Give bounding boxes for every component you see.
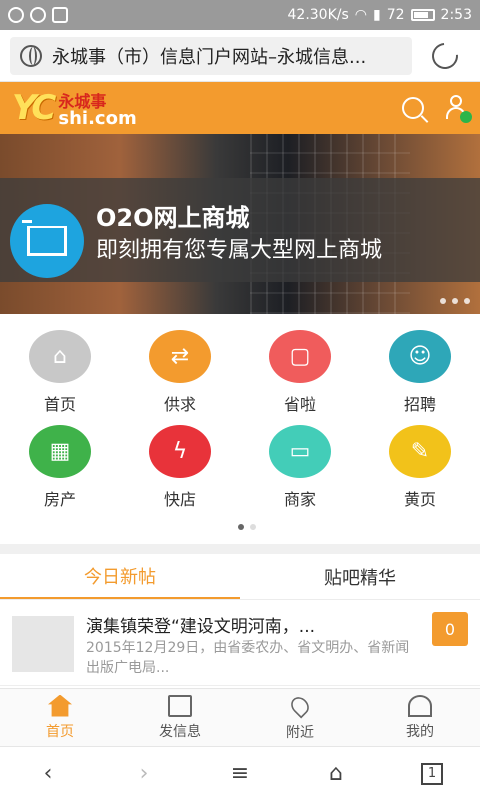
banner-headline: O2O网上商城	[96, 204, 250, 232]
logo-domain: shi.com	[58, 108, 137, 129]
tab-today-posts[interactable]: 今日新帖	[0, 554, 240, 599]
url-field[interactable]: 永城事（市）信息门户网站–永城信息...	[10, 36, 412, 75]
search-icon[interactable]	[402, 97, 424, 119]
grid-item-label: 招聘	[403, 395, 436, 414]
nav-home-label: 首页	[46, 723, 74, 740]
news-summary: 2015年12月29日，由省委农办、省文明办、省新闻出版广电局...	[86, 640, 410, 676]
person-tie-icon: ☺	[389, 330, 451, 383]
grid-pagination	[238, 524, 256, 530]
reload-icon[interactable]	[426, 37, 464, 74]
tab-forum-highlights[interactable]: 贴吧精华	[240, 554, 480, 599]
forward-icon[interactable]: ›	[129, 759, 159, 789]
grid-item-label: 供求	[163, 395, 196, 414]
news-thumbnail	[12, 616, 74, 672]
exchange-icon: ⇄	[149, 330, 211, 383]
image-icon	[52, 7, 68, 23]
nav-post[interactable]: 发信息	[120, 689, 240, 746]
grid-item-0[interactable]: ⌂ 首页	[0, 320, 120, 415]
lightning-icon: ϟ	[149, 425, 211, 478]
logo-letters: YC	[12, 88, 56, 128]
person-icon	[408, 694, 432, 717]
menu-icon[interactable]: ≡	[225, 759, 255, 789]
back-icon[interactable]: ‹	[33, 759, 63, 789]
status-right: 42.30K/s ◠ ▮ 72 2:53	[288, 7, 473, 23]
tabs-button[interactable]: 1	[417, 759, 447, 789]
grid-item-label: 商家	[283, 490, 316, 509]
note-icon: ✎	[389, 425, 451, 478]
store-icon: ▭	[269, 425, 331, 478]
building-icon: ▦	[29, 425, 91, 478]
home-icon: ⌂	[29, 330, 91, 383]
grid-item-5[interactable]: ϟ 快店	[120, 415, 240, 510]
globe-icon	[20, 44, 42, 67]
home-icon	[48, 694, 72, 717]
nav-post-label: 发信息	[159, 723, 201, 740]
grid-item-1[interactable]: ⇄ 供求	[120, 320, 240, 415]
nav-home[interactable]: 首页	[0, 689, 120, 746]
verified-check-icon	[460, 111, 472, 123]
site-logo[interactable]: YC 永城事 shi.com	[12, 88, 137, 128]
banner-dot[interactable]	[452, 298, 458, 304]
grid-item-label: 首页	[43, 395, 76, 414]
banner-subline: 即刻拥有您专属大型网上商城	[96, 238, 383, 263]
message-icon	[30, 7, 46, 23]
clock: 2:53	[440, 7, 472, 23]
banner-dot[interactable]	[464, 298, 470, 304]
shopping-cart-icon	[10, 204, 84, 278]
grid-dot[interactable]	[250, 524, 256, 530]
comment-count-badge: 0	[432, 612, 468, 646]
grid-item-label: 房产	[43, 490, 76, 509]
battery-level: 72	[386, 7, 405, 23]
news-title[interactable]: 演集镇荣登“建设文明河南，...	[86, 612, 386, 637]
status-bar: 42.30K/s ◠ ▮ 72 2:53	[0, 0, 480, 30]
home-icon[interactable]: ⌂	[321, 759, 351, 789]
browser-toolbar: ‹ › ≡ ⌂ 1	[0, 746, 480, 800]
grid-dot-active[interactable]	[238, 524, 244, 530]
signal-icon: ▮	[373, 7, 381, 23]
wifi-icon: ◠	[354, 7, 367, 23]
app-bottom-nav: 首页 发信息 附近 我的	[0, 688, 480, 746]
battery-icon	[410, 9, 435, 21]
news-list-item[interactable]: 演集镇荣登“建设文明河南，... 2015年12月29日，由省委农办、省文明办、…	[0, 600, 480, 686]
edit-icon	[168, 694, 192, 717]
nav-nearby-label: 附近	[286, 724, 314, 741]
status-left	[8, 7, 68, 23]
section-divider	[0, 544, 480, 554]
grid-item-7[interactable]: ✎ 黄页	[360, 415, 480, 510]
grid-item-4[interactable]: ▦ 房产	[0, 415, 120, 510]
banner-pagination	[440, 298, 470, 304]
nav-mine[interactable]: 我的	[360, 689, 480, 746]
bag-icon: ▢	[269, 330, 331, 383]
promo-banner[interactable]: O2O网上商城 即刻拥有您专属大型网上商城	[0, 134, 480, 314]
network-speed: 42.30K/s	[287, 7, 349, 23]
grid-item-label: 省啦	[283, 395, 316, 414]
user-icon[interactable]	[444, 95, 472, 123]
nav-mine-label: 我的	[406, 723, 434, 740]
category-grid: ⌂ 首页 ⇄ 供求 ▢ 省啦 ☺ 招聘 ▦ 房产 ϟ 快店 ▭ 商家 ✎ 黄页	[0, 320, 480, 510]
site-header: YC 永城事 shi.com	[0, 82, 480, 134]
notification-icon	[8, 7, 24, 23]
grid-item-6[interactable]: ▭ 商家	[240, 415, 360, 510]
grid-item-2[interactable]: ▢ 省啦	[240, 320, 360, 415]
nav-nearby[interactable]: 附近	[240, 689, 360, 746]
banner-dot[interactable]	[440, 298, 446, 304]
tab-count: 1	[421, 762, 443, 785]
content-tabs: 今日新帖 贴吧精华	[0, 554, 480, 600]
url-text[interactable]: 永城事（市）信息门户网站–永城信息...	[52, 43, 402, 69]
location-icon	[287, 693, 313, 718]
browser-address-bar: 永城事（市）信息门户网站–永城信息...	[0, 30, 480, 82]
grid-item-label: 快店	[163, 490, 196, 509]
grid-item-3[interactable]: ☺ 招聘	[360, 320, 480, 415]
grid-item-label: 黄页	[403, 490, 436, 509]
